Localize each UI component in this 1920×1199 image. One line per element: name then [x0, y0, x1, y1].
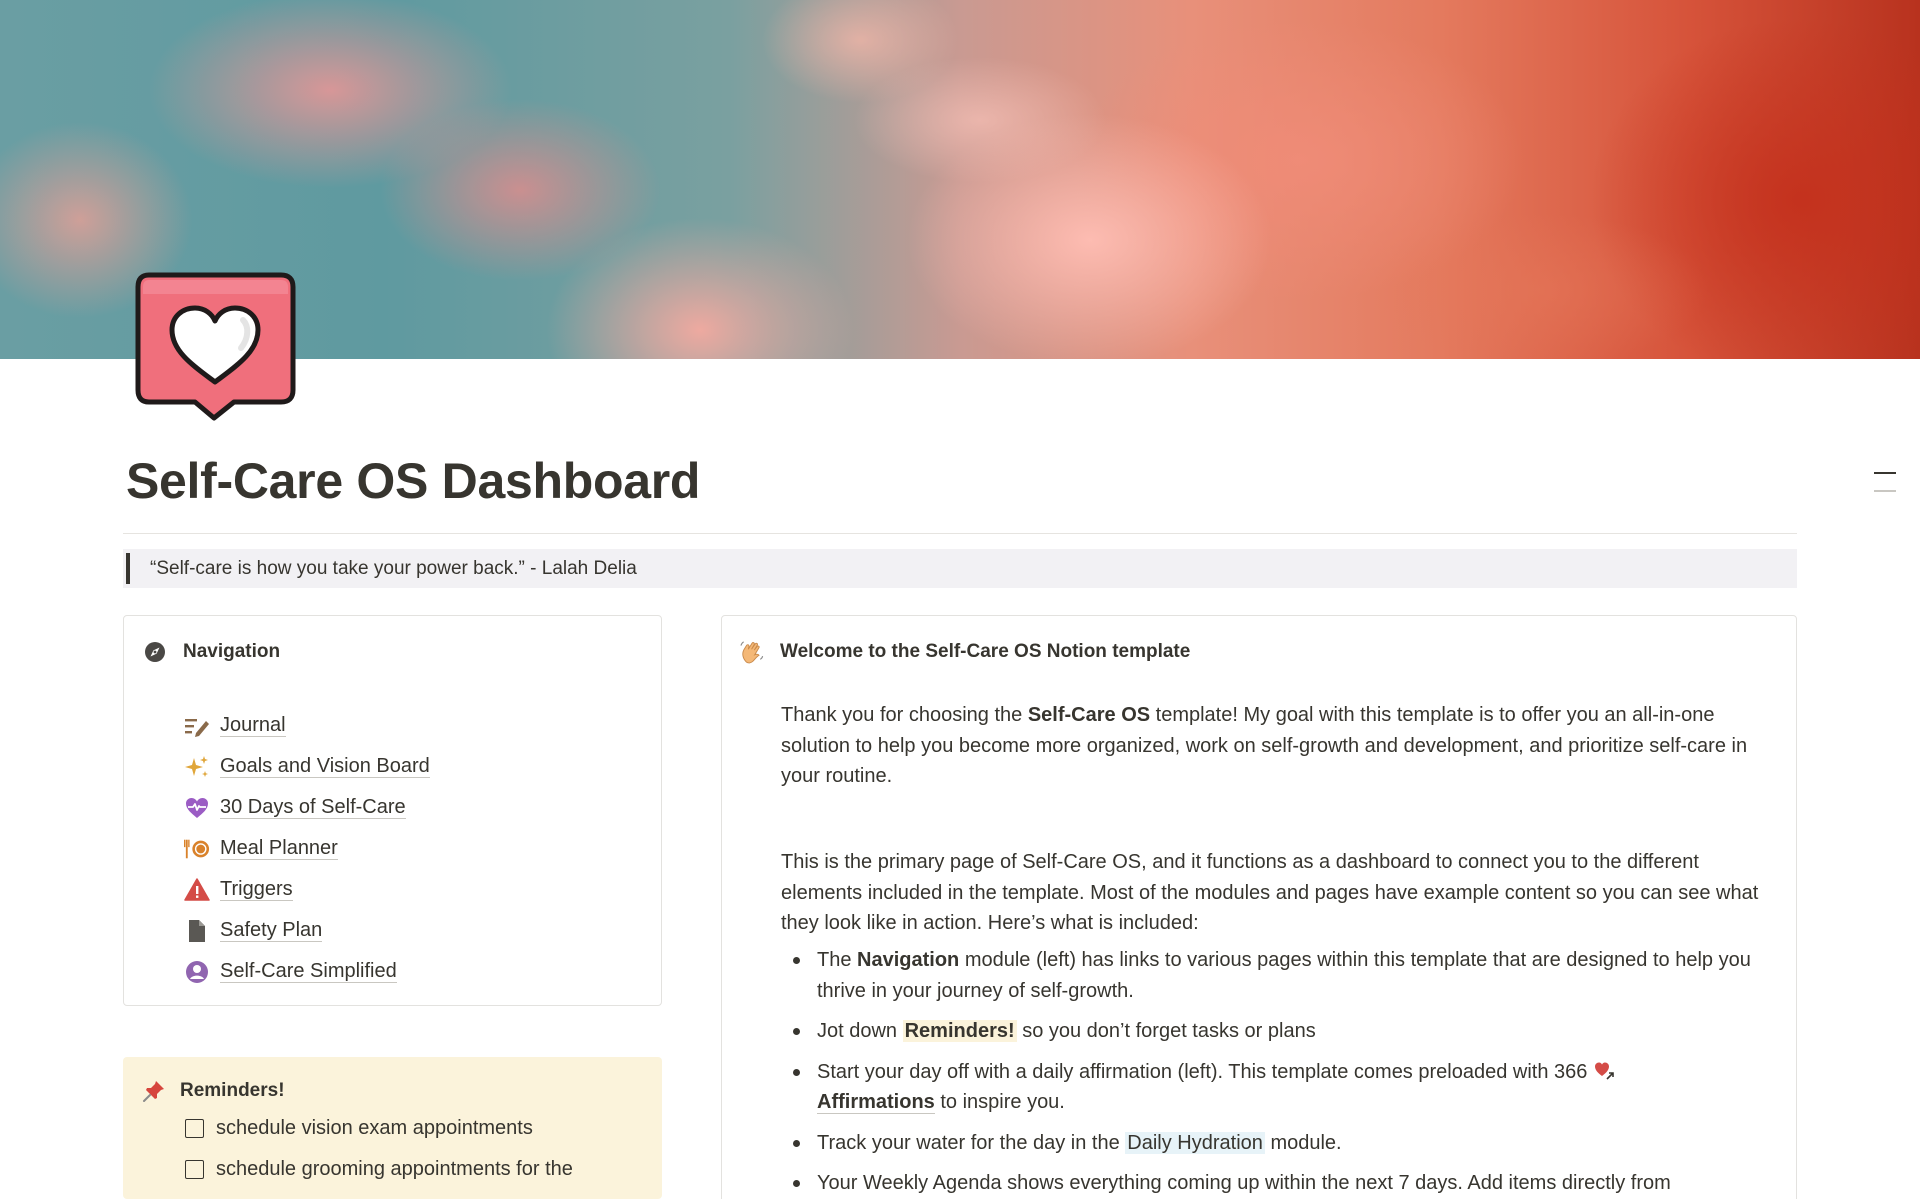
list-item: Your Weekly Agenda shows everything comi… — [781, 1168, 1781, 1199]
nav-item-journal[interactable]: Journal — [184, 705, 430, 746]
quote-block[interactable]: “Self-care is how you take your power ba… — [123, 549, 1797, 588]
reminders-heading: Reminders! — [142, 1079, 285, 1103]
list-item: Start your day off with a daily affirmat… — [781, 1057, 1781, 1118]
todo-label[interactable]: schedule grooming appointments for the — [216, 1158, 573, 1181]
daily-hydration-highlight: Daily Hydration — [1125, 1131, 1265, 1154]
welcome-paragraph-2: This is the primary page of Self-Care OS… — [781, 851, 1759, 934]
document-icon — [184, 918, 210, 944]
nav-item-label[interactable]: 30 Days of Self-Care — [220, 796, 406, 819]
divider — [123, 533, 1797, 534]
quote-bar — [126, 553, 130, 584]
table-of-contents-icon[interactable] — [1874, 472, 1896, 508]
heart-pulse-icon — [184, 795, 210, 821]
welcome-paragraph-1: Thank you for choosing the Self-Care OS … — [781, 704, 1748, 787]
heart-speech-bubble-icon[interactable] — [135, 272, 297, 422]
fork-plate-icon — [184, 836, 210, 862]
nav-item-label[interactable]: Meal Planner — [220, 837, 338, 860]
navigation-list: Journal Goals and Vision Board 30 Days o… — [184, 705, 430, 992]
reminders-heading-label: Reminders! — [180, 1080, 285, 1101]
nav-item-30-days[interactable]: 30 Days of Self-Care — [184, 787, 430, 828]
nav-item-label[interactable]: Journal — [220, 714, 286, 737]
todo-checkbox[interactable] — [185, 1119, 204, 1138]
nav-item-label[interactable]: Goals and Vision Board — [220, 755, 430, 778]
affirmations-link[interactable]: Affirmations — [817, 1091, 935, 1114]
reminders-highlight: Reminders! — [902, 1020, 1017, 1042]
todo-label[interactable]: schedule vision exam appointments — [216, 1117, 533, 1140]
todo-checkbox[interactable] — [185, 1160, 204, 1179]
nav-item-goals-vision-board[interactable]: Goals and Vision Board — [184, 746, 430, 787]
navigation-heading: Navigation — [143, 640, 280, 664]
nav-item-label[interactable]: Self-Care Simplified — [220, 960, 397, 983]
todo-item[interactable]: schedule grooming appointments for the — [185, 1158, 573, 1181]
nav-item-self-care-simplified[interactable]: Self-Care Simplified — [184, 951, 430, 992]
nav-item-label[interactable]: Safety Plan — [220, 919, 323, 942]
list-item: Track your water for the day in the Dail… — [781, 1128, 1781, 1159]
waving-hand-icon — [740, 640, 764, 664]
included-list: The Navigation module (left) has links t… — [781, 945, 1781, 1199]
navigation-heading-label: Navigation — [183, 641, 281, 662]
nav-item-safety-plan[interactable]: Safety Plan — [184, 910, 430, 951]
heart-arrow-icon — [1593, 1059, 1615, 1081]
welcome-heading: Welcome to the Self-Care OS Notion templ… — [740, 640, 1190, 664]
list-item: The Navigation module (left) has links t… — [781, 945, 1781, 1006]
page-title[interactable]: Self-Care OS Dashboard — [126, 452, 700, 510]
nav-item-label[interactable]: Triggers — [220, 878, 293, 901]
pushpin-icon — [142, 1079, 166, 1103]
user-circle-icon — [184, 959, 210, 985]
todo-item[interactable]: schedule vision exam appointments — [185, 1117, 533, 1140]
nav-item-meal-planner[interactable]: Meal Planner — [184, 828, 430, 869]
warning-icon — [184, 877, 210, 903]
quote-text: “Self-care is how you take your power ba… — [150, 557, 637, 579]
compass-icon — [143, 640, 167, 664]
nav-item-triggers[interactable]: Triggers — [184, 869, 430, 910]
writing-icon — [184, 713, 210, 739]
welcome-card: Welcome to the Self-Care OS Notion templ… — [721, 615, 1797, 1199]
reminders-card: Reminders! schedule vision exam appointm… — [123, 1057, 662, 1199]
list-item: Jot down Reminders! so you don’t forget … — [781, 1016, 1781, 1047]
sparkles-icon — [184, 754, 210, 780]
welcome-heading-label: Welcome to the Self-Care OS Notion templ… — [780, 641, 1191, 662]
navigation-card: Navigation Journal Goals and Vision Boar… — [123, 615, 662, 1006]
